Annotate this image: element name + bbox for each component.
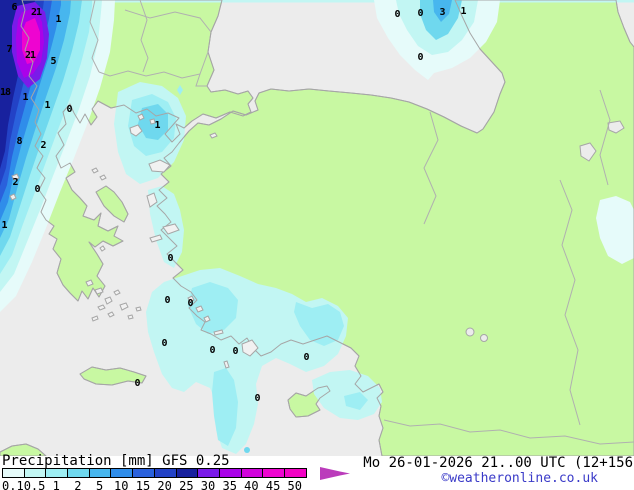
legend-swatch-50 bbox=[283, 468, 307, 478]
legend-overflow-arrow bbox=[320, 467, 350, 480]
legend-tick-2: 2 bbox=[74, 479, 82, 490]
legend-tick-5: 5 bbox=[95, 479, 104, 490]
forecast-datetime: Mo 26-01-2026 21..00 UTC (12+156 bbox=[363, 455, 633, 471]
precip-spot-south bbox=[244, 447, 250, 453]
legend-swatch-2 bbox=[67, 468, 90, 478]
legend-swatch-25 bbox=[175, 468, 199, 478]
legend-tick-50: 50 bbox=[287, 479, 302, 490]
weather-map-page: 6 21 1 7 21 5 18 1 1 0 8 2 2 0 1 1 0 0 3 1 0 0 0 0 0 0 0 0 0 0 Precip… bbox=[0, 0, 634, 490]
lake-beysehir bbox=[465, 327, 475, 337]
copyright-link[interactable]: ©weatheronline.co.uk bbox=[441, 471, 598, 486]
island-cyclades bbox=[135, 306, 142, 312]
legend-swatch-20 bbox=[153, 468, 177, 478]
legend-swatch-10 bbox=[110, 468, 134, 478]
legend-tick-25: 25 bbox=[179, 479, 194, 490]
legend-tick-35: 35 bbox=[222, 479, 237, 490]
legend-tick-0.5: 0.5 bbox=[23, 479, 46, 490]
legend-swatch-15 bbox=[132, 468, 155, 478]
legend-tick-40: 40 bbox=[244, 479, 259, 490]
legend-tick-30: 30 bbox=[200, 479, 216, 490]
legend-swatch-0.5 bbox=[23, 468, 47, 478]
legend-tick-labels: 0.1 0.5 1 2 5 10 15 20 25 30 35 40 45 50 bbox=[2, 479, 306, 490]
island-samothrace bbox=[149, 118, 156, 125]
legend-colorbar bbox=[2, 468, 307, 478]
legend-swatch-1 bbox=[45, 468, 69, 478]
legend-tick-10: 10 bbox=[114, 479, 129, 490]
legend-swatch-40 bbox=[240, 468, 264, 478]
map-canvas bbox=[0, 0, 634, 456]
legend-tick-15: 15 bbox=[135, 479, 151, 490]
legend-swatch-35 bbox=[218, 468, 242, 478]
legend-tick-45: 45 bbox=[265, 479, 281, 490]
legend-title: Precipitation [mm] GFS 0.25 bbox=[2, 453, 230, 469]
legend-swatch-0.1 bbox=[2, 468, 25, 478]
precipitation-map: 6 21 1 7 21 5 18 1 1 0 8 2 2 0 1 1 0 0 3 1 0 0 0 0 0 0 0 0 0 0 bbox=[0, 0, 634, 456]
island-cyclades bbox=[127, 314, 134, 320]
legend-tick-20: 20 bbox=[157, 479, 172, 490]
legend-swatch-45 bbox=[262, 468, 285, 478]
legend-swatch-30 bbox=[197, 468, 220, 478]
legend-tick-1: 1 bbox=[52, 479, 60, 490]
lake-small bbox=[480, 334, 488, 342]
legend-swatch-5 bbox=[88, 468, 112, 478]
legend-tick-0.1: 0.1 bbox=[2, 479, 24, 490]
